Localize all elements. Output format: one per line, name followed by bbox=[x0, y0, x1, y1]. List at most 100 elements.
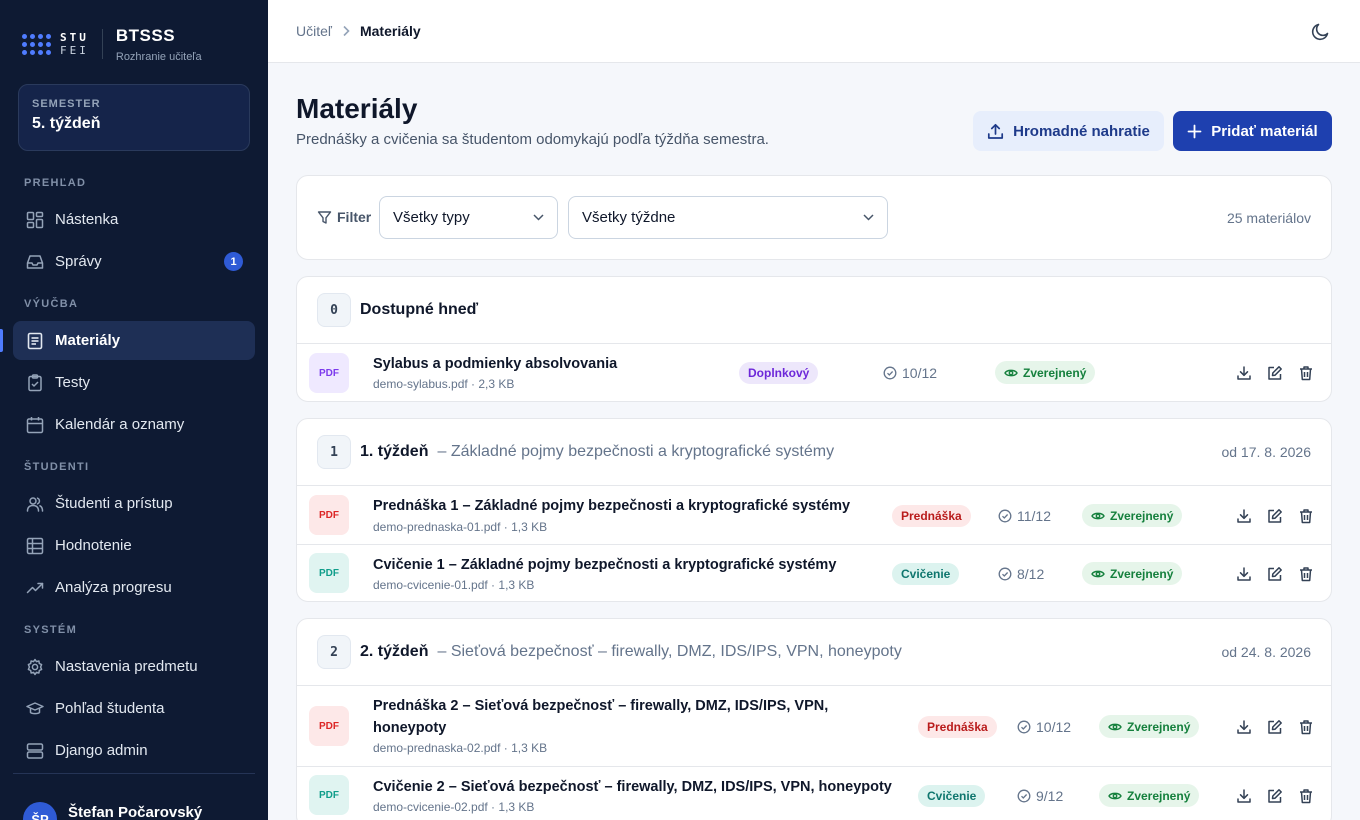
add-material-button[interactable]: Pridať materiál bbox=[1173, 111, 1332, 151]
check-circle-icon bbox=[1017, 720, 1031, 734]
sidebar-item-label: Pohľad študenta bbox=[55, 700, 165, 717]
edit-icon[interactable] bbox=[1266, 364, 1284, 382]
material-title[interactable]: Prednáška 1 – Základné pojmy bezpečnosti… bbox=[373, 495, 850, 517]
type-tag: Cvičenie bbox=[918, 785, 986, 807]
bulk-upload-button[interactable]: Hromadné nahratie bbox=[973, 111, 1164, 151]
brand[interactable]: STU FEI BTSSS Rozhranie učiteľa bbox=[0, 0, 268, 88]
status-badge: Zverejnený bbox=[1082, 562, 1183, 585]
list-item[interactable]: PDF Sylabus a podmienky absolvovania dem… bbox=[297, 344, 1331, 401]
edit-icon[interactable] bbox=[1266, 718, 1284, 736]
group-unlock-date: od 24. 8. 2026 bbox=[1221, 644, 1311, 660]
trash-icon[interactable] bbox=[1297, 718, 1315, 736]
material-title[interactable]: Cvičenie 1 – Základné pojmy bezpečnosti … bbox=[373, 554, 836, 576]
add-material-label: Pridať materiál bbox=[1211, 122, 1318, 140]
edit-icon[interactable] bbox=[1266, 787, 1284, 805]
breadcrumb-current: Materiály bbox=[359, 23, 421, 39]
edit-icon[interactable] bbox=[1266, 565, 1284, 583]
download-icon[interactable] bbox=[1235, 718, 1253, 736]
download-icon[interactable] bbox=[1235, 565, 1253, 583]
breadcrumb-parent[interactable]: Učiteľ bbox=[296, 23, 332, 39]
trash-icon[interactable] bbox=[1297, 364, 1315, 382]
trash-icon[interactable] bbox=[1297, 787, 1315, 805]
download-icon[interactable] bbox=[1235, 787, 1253, 805]
material-title[interactable]: Sylabus a podmienky absolvovania bbox=[373, 353, 617, 375]
sidebar-item-progress-analysis[interactable]: Analýza progresu bbox=[13, 568, 255, 607]
download-icon[interactable] bbox=[1235, 364, 1253, 382]
completion-score: 11/12 bbox=[998, 508, 1051, 524]
app-subtitle: Rozhranie učiteľa bbox=[115, 50, 202, 63]
group-header: 1 1. týždeň – Základné pojmy bezpečnosti… bbox=[297, 419, 1331, 486]
nav-section-teaching: VÝUČBA bbox=[24, 298, 79, 310]
chevron-right-icon bbox=[342, 25, 350, 37]
group-header: 2 2. týždeň – Sieťová bezpečnosť – firew… bbox=[297, 619, 1331, 686]
stu-logo-dots-icon bbox=[22, 33, 51, 55]
sidebar-item-label: Nastavenia predmetu bbox=[55, 658, 198, 675]
type-tag: Cvičenie bbox=[892, 563, 960, 585]
sidebar-item-label: Kalendár a oznamy bbox=[55, 416, 185, 433]
sidebar-item-label: Testy bbox=[55, 374, 91, 391]
week-group-1: 1 1. týždeň – Základné pojmy bezpečnosti… bbox=[296, 418, 1332, 602]
completion-score: 8/12 bbox=[998, 566, 1044, 582]
check-circle-icon bbox=[998, 567, 1012, 581]
calendar-icon bbox=[25, 415, 45, 435]
sidebar-item-label: Študenti a prístup bbox=[55, 495, 173, 512]
row-actions bbox=[1235, 565, 1315, 583]
material-meta: demo-prednaska-01.pdf · 1,3 KB bbox=[373, 520, 548, 534]
page-title: Materiály bbox=[296, 93, 418, 124]
semester-label: SEMESTER bbox=[32, 98, 101, 110]
sidebar-item-materials[interactable]: Materiály bbox=[0, 321, 255, 360]
week-group-0: 0 Dostupné hneď PDF Sylabus a podmienky … bbox=[296, 276, 1332, 402]
logo-stu: STU bbox=[60, 31, 89, 44]
list-item[interactable]: PDF Prednáška 1 – Základné pojmy bezpečn… bbox=[297, 486, 1331, 545]
material-title[interactable]: Prednáška 2 – Sieťová bezpečnosť – firew… bbox=[373, 695, 828, 739]
pdf-file-icon: PDF bbox=[309, 353, 349, 393]
group-title: Dostupné hneď bbox=[360, 301, 479, 318]
completion-score: 10/12 bbox=[1017, 719, 1071, 735]
topbar: Učiteľ Materiály bbox=[268, 0, 1360, 63]
edit-icon[interactable] bbox=[1266, 507, 1284, 525]
row-actions bbox=[1235, 364, 1315, 382]
list-item[interactable]: PDF Cvičenie 2 – Sieťová bezpečnosť – fi… bbox=[297, 767, 1331, 820]
graduation-cap-icon bbox=[25, 699, 45, 719]
trending-up-icon bbox=[25, 578, 45, 598]
sidebar-item-dashboard[interactable]: Nástenka bbox=[13, 200, 255, 239]
sidebar-item-django-admin[interactable]: Django admin bbox=[13, 731, 255, 770]
group-subtitle: – Základné pojmy bezpečnosti a kryptogra… bbox=[437, 443, 835, 460]
plus-icon bbox=[1187, 124, 1202, 139]
unread-badge: 1 bbox=[224, 252, 243, 271]
material-meta: demo-cvicenie-02.pdf · 1,3 KB bbox=[373, 800, 535, 814]
sidebar-item-student-view[interactable]: Pohľad študenta bbox=[13, 689, 255, 728]
trash-icon[interactable] bbox=[1297, 507, 1315, 525]
sidebar-item-messages[interactable]: Správy 1 bbox=[13, 242, 255, 281]
week-select[interactable]: Všetky týždne bbox=[568, 196, 888, 239]
sidebar-item-tests[interactable]: Testy bbox=[13, 363, 255, 402]
stu-fei-logo: STU FEI bbox=[60, 31, 89, 57]
sidebar-item-label: Django admin bbox=[55, 742, 148, 759]
sidebar-item-students-access[interactable]: Študenti a prístup bbox=[13, 484, 255, 523]
trash-icon[interactable] bbox=[1297, 565, 1315, 583]
type-select[interactable]: Všetky typy bbox=[379, 196, 558, 239]
status-badge: Zverejnený bbox=[1099, 715, 1200, 738]
logo-fei: FEI bbox=[60, 44, 89, 57]
list-item[interactable]: PDF Cvičenie 1 – Základné pojmy bezpečno… bbox=[297, 545, 1331, 601]
sidebar-item-calendar[interactable]: Kalendár a oznamy bbox=[13, 405, 255, 444]
moon-icon[interactable] bbox=[1308, 19, 1332, 43]
inbox-icon bbox=[25, 252, 45, 272]
material-meta: demo-prednaska-02.pdf · 1,3 KB bbox=[373, 741, 548, 755]
download-icon[interactable] bbox=[1235, 507, 1253, 525]
sidebar-item-label: Nástenka bbox=[55, 211, 119, 228]
sidebar-item-course-settings[interactable]: Nastavenia predmetu bbox=[13, 647, 255, 686]
page-header: Materiály Prednášky a cvičenia sa študen… bbox=[296, 63, 1332, 175]
list-item[interactable]: PDF Prednáška 2 – Sieťová bezpečnosť – f… bbox=[297, 686, 1331, 767]
sidebar-item-grading[interactable]: Hodnotenie bbox=[13, 526, 255, 565]
material-title-line2: honeypoty bbox=[373, 720, 447, 736]
main-content: Materiály Prednášky a cvičenia sa študen… bbox=[296, 63, 1332, 820]
semester-card: SEMESTER 5. týždeň bbox=[18, 84, 250, 151]
user-profile[interactable]: ŠP Štefan Počarovský bbox=[13, 773, 255, 820]
week-number-badge: 0 bbox=[317, 293, 351, 327]
material-title[interactable]: Cvičenie 2 – Sieťová bezpečnosť – firewa… bbox=[373, 776, 892, 798]
completion-score: 9/12 bbox=[1017, 788, 1063, 804]
brand-divider bbox=[101, 29, 103, 59]
sidebar: STU FEI BTSSS Rozhranie učiteľa SEMESTER… bbox=[0, 0, 268, 820]
type-tag: Prednáška bbox=[918, 716, 997, 738]
